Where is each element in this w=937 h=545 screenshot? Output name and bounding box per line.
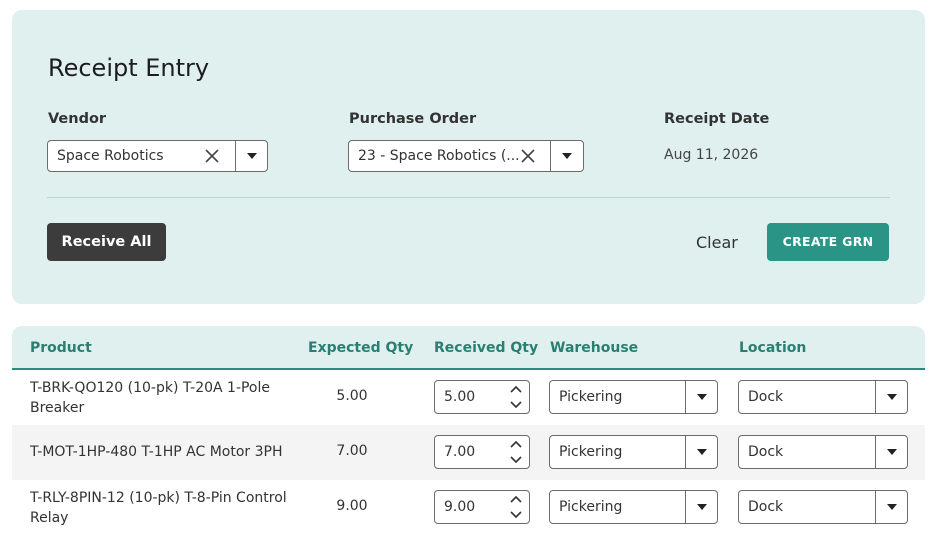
receipt-date-value: Aug 11, 2026 <box>664 147 759 163</box>
warehouse-select[interactable]: Pickering <box>549 380 718 414</box>
chevron-down-icon[interactable] <box>876 491 908 523</box>
chevron-down-icon[interactable] <box>876 436 908 468</box>
chevron-down-icon[interactable] <box>686 381 718 413</box>
received-qty-value: 5.00 <box>444 389 476 405</box>
column-header-product: Product <box>30 340 92 356</box>
product-name-continued: Relay <box>30 510 69 526</box>
stepper-icon[interactable] <box>509 439 523 465</box>
product-name: T-MOT-1HP-480 T-1HP AC Motor 3PH <box>30 444 283 460</box>
received-qty-value: 9.00 <box>444 499 476 515</box>
received-qty-stepper[interactable]: 5.00 <box>434 380 530 414</box>
purchase-order-value: 23 - Space Robotics (... <box>358 148 520 164</box>
warehouse-select[interactable]: Pickering <box>549 490 718 524</box>
expected-qty: 9.00 <box>336 498 368 514</box>
warehouse-value: Pickering <box>559 499 623 515</box>
purchase-order-label: Purchase Order <box>349 111 477 127</box>
product-name: T-BRK-QO120 (10-pk) T-20A 1-Pole <box>30 380 271 396</box>
panel-divider <box>47 197 890 198</box>
vendor-label: Vendor <box>48 111 107 127</box>
chevron-down-icon[interactable] <box>686 491 718 523</box>
receipt-lines-table: Product Expected Qty Received Qty Wareho… <box>12 326 925 545</box>
chevron-down-icon[interactable] <box>686 436 718 468</box>
table-row: T-RLY-8PIN-12 (10-pk) T-8-Pin Control Re… <box>12 480 925 535</box>
close-icon[interactable] <box>203 147 221 165</box>
warehouse-value: Pickering <box>559 389 623 405</box>
chevron-down-icon[interactable] <box>551 141 583 171</box>
table-header: Product Expected Qty Received Qty Wareho… <box>12 326 925 370</box>
receive-all-button[interactable]: Receive All <box>47 223 166 261</box>
received-qty-value: 7.00 <box>444 444 476 460</box>
column-header-received-qty: Received Qty <box>434 340 539 356</box>
table-row: T-MOT-1HP-480 T-1HP AC Motor 3PH 7.00 7.… <box>12 425 925 480</box>
stepper-icon[interactable] <box>509 494 523 520</box>
chevron-down-icon[interactable] <box>236 141 268 171</box>
page-title: Receipt Entry <box>48 54 210 82</box>
close-icon[interactable] <box>519 147 537 165</box>
expected-qty: 7.00 <box>336 443 368 459</box>
location-value: Dock <box>748 389 784 405</box>
vendor-combobox[interactable]: Space Robotics <box>47 140 268 172</box>
received-qty-stepper[interactable]: 7.00 <box>434 435 530 469</box>
column-header-warehouse: Warehouse <box>550 340 639 356</box>
chevron-down-icon[interactable] <box>876 381 908 413</box>
column-header-expected-qty: Expected Qty <box>308 340 414 356</box>
location-select[interactable]: Dock <box>738 435 908 469</box>
location-select[interactable]: Dock <box>738 490 908 524</box>
warehouse-select[interactable]: Pickering <box>549 435 718 469</box>
table-row: T-BRK-QO120 (10-pk) T-20A 1-Pole Breaker… <box>12 370 925 425</box>
product-cell: T-MOT-1HP-480 T-1HP AC Motor 3PH <box>30 442 290 462</box>
location-value: Dock <box>748 499 784 515</box>
create-grn-button[interactable]: CREATE GRN <box>767 223 889 261</box>
stepper-icon[interactable] <box>509 384 523 410</box>
location-select[interactable]: Dock <box>738 380 908 414</box>
product-cell: T-BRK-QO120 (10-pk) T-20A 1-Pole Breaker <box>30 378 290 418</box>
warehouse-value: Pickering <box>559 444 623 460</box>
received-qty-stepper[interactable]: 9.00 <box>434 490 530 524</box>
receipt-entry-panel: Receipt Entry Vendor Space Robotics Purc… <box>12 10 925 304</box>
location-value: Dock <box>748 444 784 460</box>
product-name-continued: Breaker <box>30 400 85 416</box>
product-cell: T-RLY-8PIN-12 (10-pk) T-8-Pin Control Re… <box>30 488 290 528</box>
expected-qty: 5.00 <box>336 388 368 404</box>
product-name: T-RLY-8PIN-12 (10-pk) T-8-Pin Control <box>30 490 287 506</box>
receipt-date-label: Receipt Date <box>664 111 770 127</box>
clear-button[interactable]: Clear <box>696 233 738 252</box>
vendor-value: Space Robotics <box>57 148 164 164</box>
purchase-order-combobox[interactable]: 23 - Space Robotics (... <box>348 140 584 172</box>
column-header-location: Location <box>739 340 807 356</box>
